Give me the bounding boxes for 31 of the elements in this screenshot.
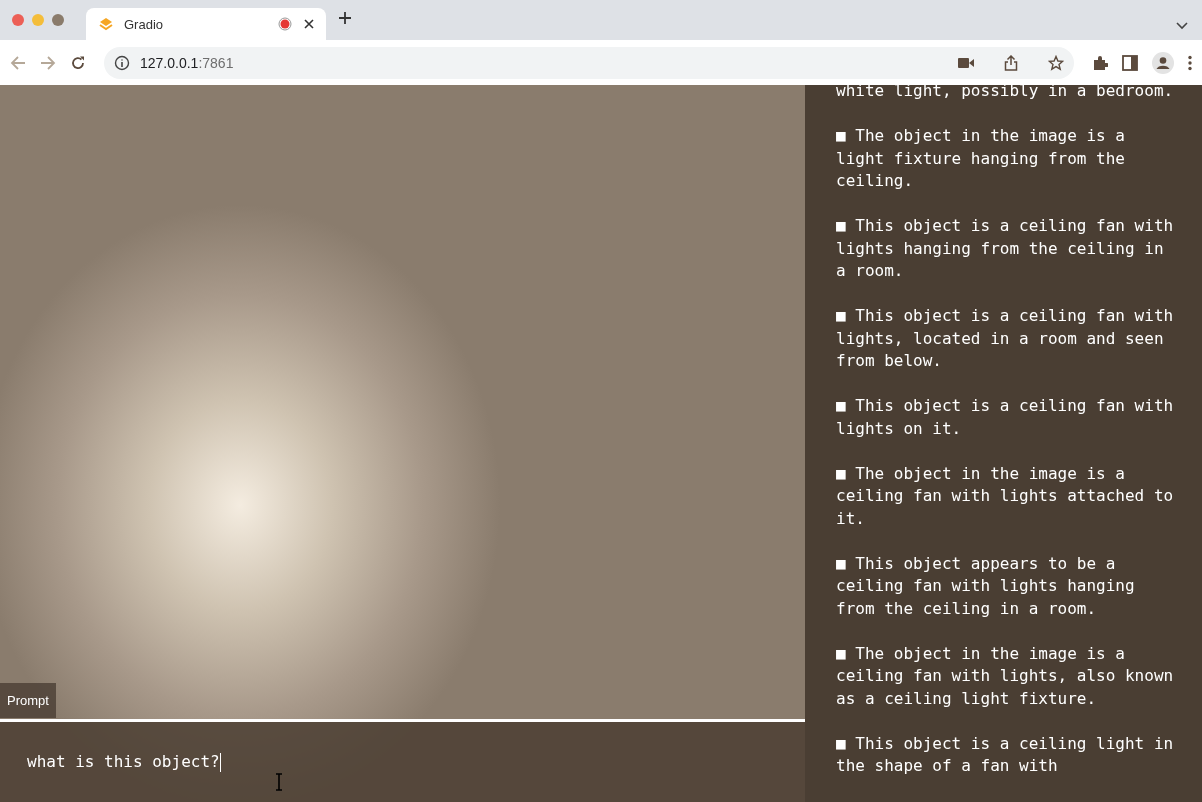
new-tab-icon[interactable]: [338, 11, 352, 25]
prompt-field[interactable]: what is this object?: [0, 719, 805, 802]
text-cursor-icon: [274, 773, 284, 791]
response-text: ■ This object is a ceiling fan with lights on it.: [836, 395, 1175, 440]
response-text: ■ The object in the image is a ceiling fan with lights attached to it.: [836, 462, 1175, 530]
zoom-window-button[interactable]: [52, 14, 64, 26]
response-text: ■ The object in the image is a ceiling fan with lights, also known as a ceiling light fixture.: [836, 642, 1175, 710]
response-text: ■ This object is a ceiling fan with lights hanging from the ceiling in a room.: [836, 215, 1175, 282]
close-icon[interactable]: [302, 17, 316, 31]
recording-icon: [278, 17, 292, 31]
video-camera-icon[interactable]: [958, 56, 974, 69]
tab-title: Gradio: [124, 16, 165, 32]
share-icon[interactable]: [1004, 54, 1018, 71]
response-text: ■ This object is a ceiling fan with lights, located in a room and seen from below.: [836, 305, 1175, 372]
bookmark-star-icon[interactable]: [1048, 54, 1064, 71]
response-text: ■ This object appears to be a ceiling fan with lights hanging from the ceiling in a room.: [836, 552, 1136, 620]
side-panel-icon[interactable]: [1122, 54, 1138, 71]
profile-avatar-icon[interactable]: [1152, 51, 1174, 74]
address-bar[interactable]: 127.0.0.1:7861: [104, 46, 1074, 79]
info-icon: [114, 54, 130, 71]
close-window-button[interactable]: [12, 14, 24, 26]
response-text: ■ The object in the image is a light fixture hanging from the ceiling.: [836, 125, 1126, 192]
url-text: 127.0.0.1:7861: [140, 54, 235, 71]
reload-icon[interactable]: [70, 54, 86, 71]
prompt-label: Prompt: [0, 683, 56, 718]
chevron-down-icon[interactable]: [1176, 22, 1188, 30]
more-menu-icon[interactable]: [1188, 54, 1192, 71]
puzzle-icon[interactable]: [1092, 54, 1108, 71]
tab-favicon-icon: [98, 16, 114, 32]
browser-tab[interactable]: Gradio: [86, 8, 326, 40]
response-text: ■ This object is a ceiling light in the shape of a fan with: [836, 732, 1175, 777]
